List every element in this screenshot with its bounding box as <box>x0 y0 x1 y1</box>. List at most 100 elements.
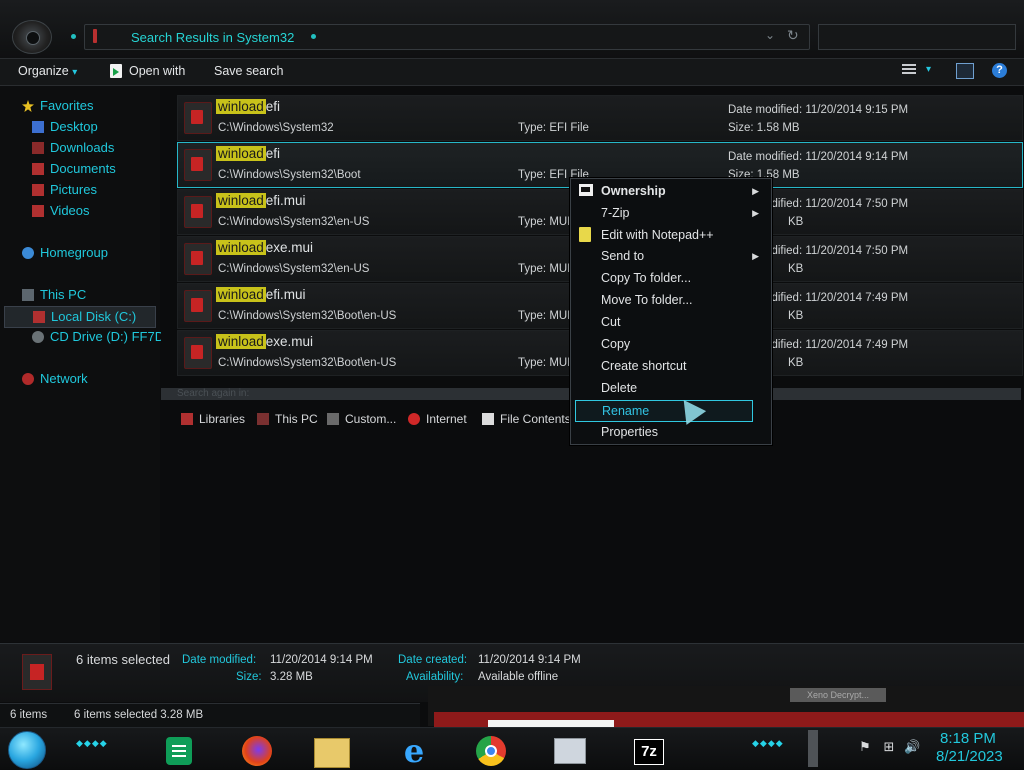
custom-folder-icon <box>327 413 339 425</box>
star-icon <box>22 100 34 112</box>
background-window-label: Xeno Decrypt... <box>790 688 886 702</box>
command-prompt-icon <box>579 184 593 196</box>
network-tray-icon[interactable]: ⊞ <box>882 740 896 754</box>
libraries-icon <box>181 413 193 425</box>
file-explorer-icon <box>314 738 350 768</box>
selected-files-icon <box>22 654 52 690</box>
ctx-move-to-folder[interactable]: Move To folder... <box>575 290 765 310</box>
taskbar-firefox[interactable] <box>242 731 282 767</box>
search-again-internet[interactable]: Internet <box>408 412 467 426</box>
help-icon[interactable]: ? <box>992 63 1007 78</box>
nav-local-disk[interactable]: Local Disk (C:) <box>4 306 156 328</box>
ctx-properties[interactable]: Properties <box>575 422 765 442</box>
ctx-7zip[interactable]: 7-Zip ▶ <box>575 203 765 223</box>
open-with-icon <box>110 64 122 78</box>
file-name: winload exe.mui <box>216 240 314 255</box>
google-sheets-icon <box>166 737 192 765</box>
command-bar: Organize ▾ Open with Save search ▾ ? <box>0 59 1024 86</box>
start-button[interactable] <box>8 731 46 769</box>
status-item-count: 6 items <box>10 709 48 721</box>
file-row[interactable]: winload efi C:\Windows\System32 Type: EFI… <box>177 95 1023 141</box>
taskbar-google-sheets[interactable] <box>166 731 206 767</box>
taskbar-resource-monitor[interactable] <box>554 731 594 767</box>
taskbar-decoration: ◆◆◆◆ <box>76 738 108 748</box>
desktop-icon <box>32 121 44 133</box>
ctx-copy-to-folder[interactable]: Copy To folder... <box>575 268 765 288</box>
file-path: C:\Windows\System32\en-US <box>218 216 370 228</box>
context-menu: Ownership ▶ 7-Zip ▶ Edit with Notepad++ … <box>570 178 772 445</box>
network-icon <box>22 373 34 385</box>
ctx-delete[interactable]: Delete <box>575 378 765 398</box>
mui-file-icon <box>184 337 212 369</box>
search-again-custom[interactable]: Custom... <box>327 412 396 426</box>
address-pin-icon <box>93 29 97 43</box>
file-path: C:\Windows\System32\en-US <box>218 263 370 275</box>
chevron-down-icon[interactable]: ▾ <box>926 64 931 75</box>
search-again-this-pc[interactable]: This PC <box>257 412 318 426</box>
search-again-libraries[interactable]: Libraries <box>181 412 245 426</box>
details-availability-value: Available offline <box>478 671 559 683</box>
ctx-copy[interactable]: Copy <box>575 334 765 354</box>
search-again-file-contents[interactable]: File Contents <box>482 412 571 426</box>
details-date-modified-key: Date modified: <box>182 654 257 666</box>
details-size-value: 3.28 MB <box>270 671 313 683</box>
file-size: KB <box>788 310 804 322</box>
chrome-icon <box>476 736 506 766</box>
internet-icon <box>408 413 420 425</box>
status-selection: 6 items selected 3.28 MB <box>74 709 204 721</box>
address-dropdown-icon[interactable]: ⌄ <box>765 28 775 42</box>
taskbar: ◆◆◆◆ e 7z ◆◆◆◆ ⚑ ⊞ 🔊 8:18 PM 8/21/2023 <box>0 727 1024 769</box>
submenu-arrow-icon: ▶ <box>752 186 759 196</box>
organize-button[interactable]: Organize ▾ <box>18 64 77 78</box>
computer-icon <box>257 413 269 425</box>
ctx-edit-notepad[interactable]: Edit with Notepad++ <box>575 225 765 245</box>
details-size-key: Size: <box>236 671 262 683</box>
address-dot-icon <box>311 34 316 39</box>
ctx-create-shortcut[interactable]: Create shortcut <box>575 356 765 376</box>
file-size: Size: 1.58 MB <box>728 122 800 134</box>
details-selected-count: 6 items selected <box>76 652 170 667</box>
file-path: C:\Windows\System32\Boot <box>218 169 361 181</box>
mui-file-icon <box>184 243 212 275</box>
taskbar-chrome[interactable] <box>476 731 516 767</box>
clock-time[interactable]: 8:18 PM <box>940 730 996 747</box>
file-type: Type: MUI <box>518 310 571 322</box>
file-size: KB <box>788 263 804 275</box>
file-name: winload efi.mui <box>216 193 306 208</box>
volume-icon[interactable]: 🔊 <box>904 740 920 754</box>
file-date: Date modified: 11/20/2014 9:14 PM <box>728 151 909 163</box>
file-path: C:\Windows\System32 <box>218 122 334 134</box>
ctx-ownership[interactable]: Ownership ▶ <box>575 181 765 201</box>
preview-pane-icon[interactable] <box>956 63 974 79</box>
homegroup-icon <box>22 247 34 259</box>
taskbar-internet-explorer[interactable]: e <box>398 731 438 767</box>
open-with-button[interactable]: Open with <box>129 64 185 78</box>
details-availability-key: Availability: <box>406 671 464 683</box>
search-input[interactable] <box>818 24 1016 50</box>
efi-file-icon <box>184 149 212 181</box>
file-contents-icon <box>482 413 494 425</box>
search-again-label: Search again in: <box>177 388 250 399</box>
ctx-rename[interactable]: Rename <box>575 400 753 422</box>
refresh-icon[interactable]: ↻ <box>787 27 799 44</box>
ctx-send-to[interactable]: Send to ▶ <box>575 246 765 266</box>
file-name: winload efi <box>216 99 281 114</box>
clock-date[interactable]: 8/21/2023 <box>936 748 1003 765</box>
documents-icon <box>32 163 44 175</box>
computer-icon <box>22 289 34 301</box>
ctx-cut[interactable]: Cut <box>575 312 765 332</box>
tray-scroll-handle[interactable] <box>808 730 818 767</box>
file-size: KB <box>788 357 804 369</box>
action-center-flag-icon[interactable]: ⚑ <box>858 740 872 754</box>
save-search-button[interactable]: Save search <box>214 64 283 78</box>
navigation-pane: Favorites Desktop Downloads Documents Pi… <box>0 86 164 642</box>
pictures-icon <box>32 184 44 196</box>
chevron-down-icon: ▾ <box>72 67 78 78</box>
file-name: winload efi.mui <box>216 287 306 302</box>
view-options-icon[interactable] <box>902 64 916 78</box>
address-bar[interactable]: Search Results in System32 ⌄ ↻ <box>71 24 810 50</box>
taskbar-7zip[interactable]: 7z <box>634 731 674 767</box>
taskbar-file-explorer[interactable] <box>314 731 354 768</box>
address-dot-icon <box>71 34 76 39</box>
file-type: Type: MUI <box>518 263 571 275</box>
